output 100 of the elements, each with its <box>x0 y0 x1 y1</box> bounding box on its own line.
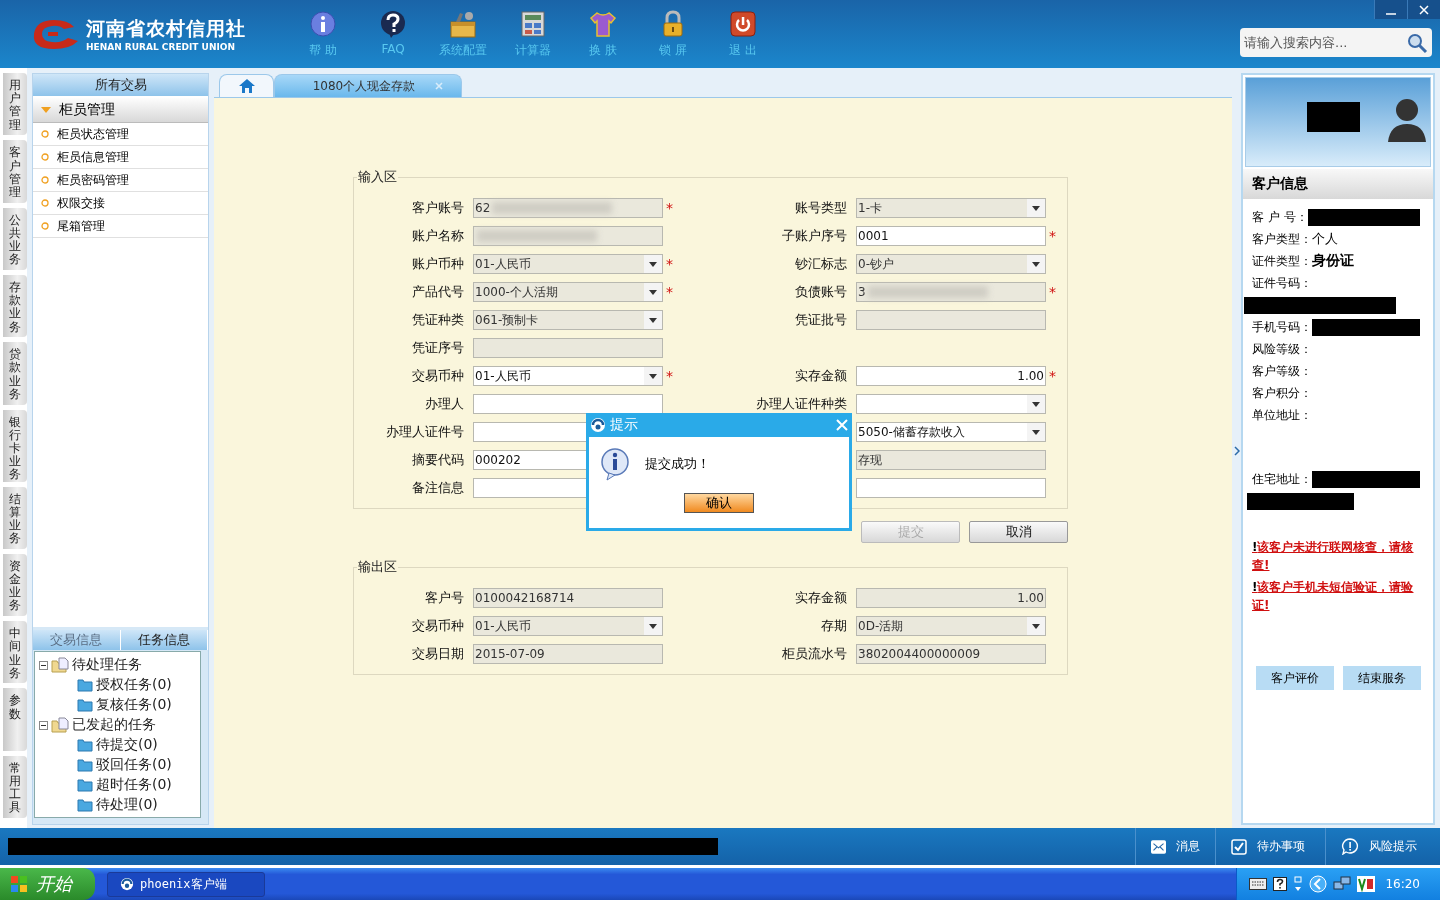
bullet-icon <box>41 176 49 184</box>
field-label: 办理人 <box>424 395 465 413</box>
tshirt-icon <box>588 10 618 38</box>
dropdown-field: 0-钞户 <box>856 254 1046 274</box>
info-label: 住宅地址： <box>1252 470 1312 488</box>
info-label: 证件类型： <box>1252 252 1312 270</box>
required-mark: * <box>665 256 674 272</box>
panel-button[interactable]: 结束服务 <box>1343 666 1421 690</box>
tree-item[interactable]: 待处理任务 <box>72 656 142 674</box>
side-tab[interactable]: 存款业务 <box>3 274 27 338</box>
envelope-icon <box>1151 838 1166 855</box>
status-button[interactable]: 风险提示 <box>1325 828 1440 865</box>
menu-item[interactable]: 柜员信息管理 <box>33 146 208 169</box>
info-icon <box>309 10 337 38</box>
text-field: 62 <box>473 198 663 218</box>
chevron-left-icon[interactable] <box>1309 875 1328 893</box>
menu-item[interactable]: 柜员状态管理 <box>33 123 208 146</box>
search-icon[interactable] <box>1406 31 1428 54</box>
dropdown-field: 01-人民币 <box>473 254 663 274</box>
folder-icon <box>51 717 69 733</box>
status-button[interactable]: 待办事项 <box>1215 828 1325 865</box>
keyboard-icon[interactable] <box>1249 878 1268 890</box>
tree-item[interactable]: 待处理(0) <box>96 796 158 814</box>
warning-link[interactable]: !该客户手机未短信验证，请验证! <box>1252 578 1430 614</box>
field-label: 交易币种 <box>411 617 465 635</box>
panel-header: 所有交易 <box>33 74 208 96</box>
side-tab[interactable]: 参数 <box>3 688 27 751</box>
text-field: 0100042168714 <box>473 588 663 608</box>
field-label: 摘要代码 <box>411 451 465 469</box>
text-field[interactable] <box>856 478 1046 498</box>
menu-group[interactable]: 柜员管理 <box>33 98 208 123</box>
field-label: 客户账号 <box>411 199 465 217</box>
side-tab[interactable]: 中间业务 <box>3 621 27 684</box>
caret-down-icon[interactable] <box>649 373 657 379</box>
folder-icon <box>51 657 69 673</box>
text-field[interactable]: 1.00 <box>856 366 1046 386</box>
tree-item[interactable]: 已发起的任务 <box>72 716 156 734</box>
field-label: 实存金额 <box>794 589 848 607</box>
warning-link[interactable]: !该客户未进行联网核查，请核查! <box>1252 538 1430 574</box>
side-tab[interactable]: 公共业务 <box>3 207 27 270</box>
network-icon[interactable] <box>1333 876 1352 892</box>
panel-tab[interactable]: 任务信息 <box>120 630 208 650</box>
required-mark: * <box>665 368 674 384</box>
panel-button[interactable]: 客户评价 <box>1256 666 1334 690</box>
bullet-icon <box>41 153 49 161</box>
side-tab[interactable]: 贷款业务 <box>3 342 27 405</box>
tree-item[interactable]: 待提交(0) <box>96 736 158 754</box>
field-label: 凭证序号 <box>411 339 465 357</box>
field-label: 实存金额 <box>794 367 848 385</box>
minimize-button[interactable] <box>1374 0 1407 19</box>
tree-item[interactable]: 授权任务(0) <box>96 676 172 694</box>
info-label: 客户类型： <box>1252 230 1312 248</box>
tray-arrow-icon[interactable] <box>1293 876 1304 892</box>
field-label: 柜员流水号 <box>781 645 848 663</box>
dropdown-field: 061-预制卡 <box>473 310 663 330</box>
menu-item[interactable]: 权限交接 <box>33 192 208 215</box>
status-button[interactable]: 消息 <box>1135 828 1215 865</box>
menu-item[interactable]: 尾箱管理 <box>33 215 208 238</box>
side-tab[interactable]: 资金业务 <box>3 553 27 617</box>
side-tab[interactable]: 用户管理 <box>3 73 27 136</box>
field-label: 产品代号 <box>411 283 465 301</box>
page-tab[interactable]: 1080个人现金存款 <box>274 74 462 97</box>
alert-bubble-icon <box>1341 838 1359 855</box>
dialog-title: 提示 <box>610 416 639 434</box>
caret-down-icon[interactable] <box>1032 429 1040 435</box>
required-mark: * <box>1048 284 1057 300</box>
tree-item[interactable]: 驳回任务(0) <box>96 756 172 774</box>
dropdown-field: 1000-个人活期 <box>473 282 663 302</box>
side-tab[interactable]: 银行卡业务 <box>3 409 27 482</box>
text-field[interactable] <box>473 394 663 414</box>
text-field[interactable]: 0001 <box>856 226 1046 246</box>
tree-item[interactable]: 复核任务(0) <box>96 696 172 714</box>
side-tab[interactable]: 常用工具 <box>3 755 27 819</box>
field-label: 客户号 <box>424 589 465 607</box>
dropdown-field[interactable]: 5050-储蓄存款收入 <box>856 422 1046 442</box>
text-field: 3 <box>856 282 1046 302</box>
confirm-button[interactable]: 确认 <box>684 493 754 513</box>
field-label: 交易币种 <box>411 367 465 385</box>
taskbar-button[interactable]: phoenix客户端 <box>107 871 265 897</box>
search-field[interactable]: 请输入搜索内容... <box>1240 28 1432 57</box>
help-icon[interactable] <box>1273 877 1288 891</box>
field-label: 备注信息 <box>411 479 465 497</box>
calculator-icon <box>520 10 546 38</box>
side-tab[interactable]: 结算业务 <box>3 486 27 549</box>
tree-item[interactable]: 超时任务(0) <box>96 776 172 794</box>
collapse-icon[interactable] <box>39 720 48 730</box>
field-label: 交易日期 <box>411 645 465 663</box>
menu-item[interactable]: 柜员密码管理 <box>33 169 208 192</box>
side-tab[interactable]: 客户管理 <box>3 140 27 203</box>
info-label: 客户等级： <box>1252 362 1312 380</box>
panel-tab[interactable]: 交易信息 <box>33 630 121 650</box>
home-tab[interactable] <box>219 74 274 97</box>
app-tray-icon[interactable] <box>1357 876 1376 892</box>
dropdown-field[interactable]: 01-人民币 <box>473 366 663 386</box>
close-button[interactable] <box>1407 0 1440 19</box>
caret-down-icon[interactable] <box>1032 401 1040 407</box>
collapse-icon[interactable] <box>39 660 48 670</box>
dropdown-field[interactable] <box>856 394 1046 414</box>
form-button[interactable]: 取消 <box>969 521 1068 543</box>
folder-icon <box>77 798 93 812</box>
